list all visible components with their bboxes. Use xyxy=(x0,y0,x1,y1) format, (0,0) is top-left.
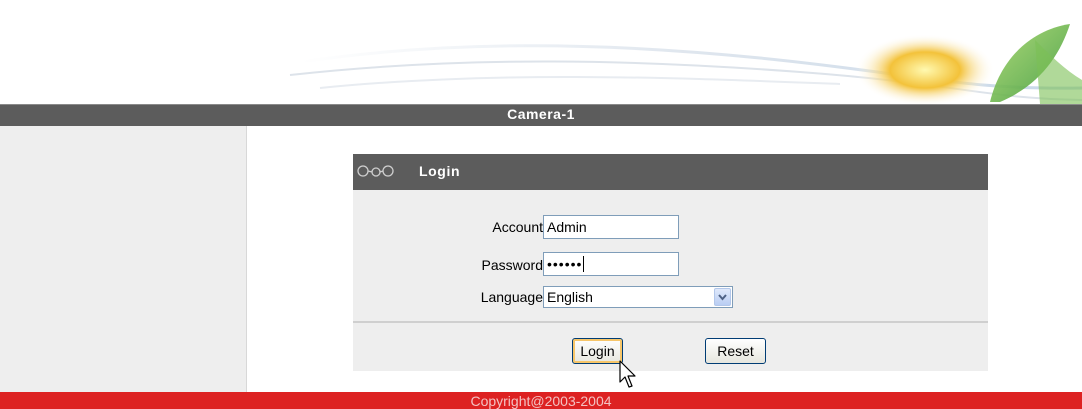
password-field[interactable]: •••••• xyxy=(543,252,679,276)
language-select[interactable]: English xyxy=(543,286,733,308)
password-label: Password xyxy=(481,257,543,273)
footer: Copyright@2003-2004 xyxy=(0,392,1082,409)
language-selected-value: English xyxy=(547,289,593,305)
copyright-text: Copyright@2003-2004 xyxy=(470,393,612,409)
left-panel xyxy=(0,126,247,392)
login-button[interactable]: Login xyxy=(572,338,623,364)
account-field[interactable]: Admin xyxy=(543,215,679,239)
login-header: Login xyxy=(353,154,988,190)
password-value: •••••• xyxy=(547,256,583,272)
title-bar: Camera-1 xyxy=(0,104,1082,126)
login-box: Login Account Admin Password •••••• Lang… xyxy=(353,154,988,371)
chain-link-icon xyxy=(357,165,394,177)
page-title: Camera-1 xyxy=(507,106,575,122)
mouse-pointer-icon xyxy=(619,360,636,388)
banner-graphic xyxy=(289,24,1082,106)
text-caret xyxy=(583,256,585,272)
account-label: Account xyxy=(492,219,543,235)
header-banner xyxy=(0,0,1082,106)
form-divider xyxy=(353,321,988,323)
login-title: Login xyxy=(419,163,461,179)
dropdown-arrow-icon[interactable] xyxy=(714,288,731,306)
reset-button[interactable]: Reset xyxy=(705,338,766,364)
language-label: Language xyxy=(480,289,543,305)
